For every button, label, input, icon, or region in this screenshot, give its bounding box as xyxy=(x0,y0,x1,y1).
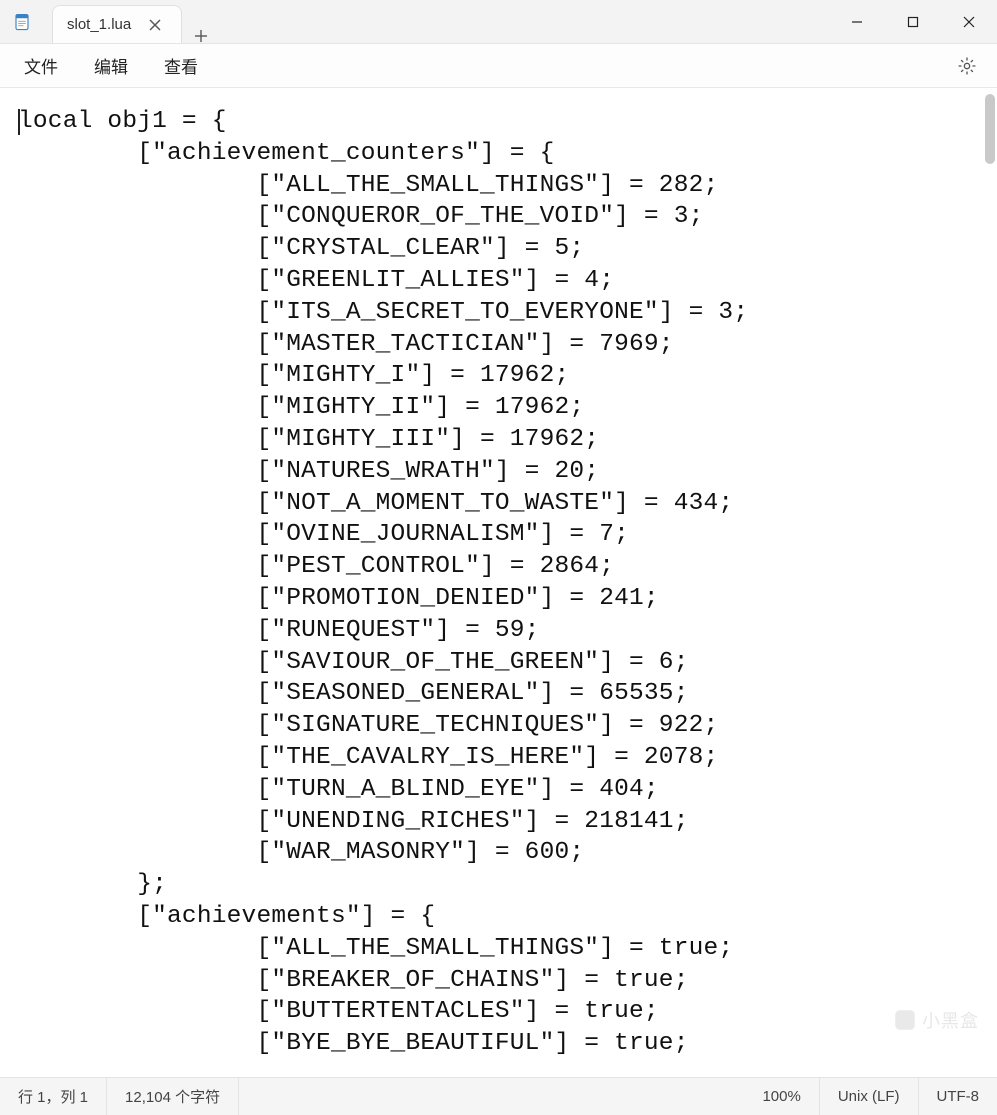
titlebar: slot_1.lua xyxy=(0,0,997,44)
vertical-scrollbar[interactable] xyxy=(983,88,997,1077)
close-window-button[interactable] xyxy=(941,0,997,43)
tab-slot1[interactable]: slot_1.lua xyxy=(52,5,182,43)
tab-label: slot_1.lua xyxy=(67,16,131,33)
status-position[interactable]: 行 1，列 1 xyxy=(0,1078,107,1115)
app-icon xyxy=(0,0,44,43)
status-zoom[interactable]: 100% xyxy=(744,1078,819,1115)
menu-view[interactable]: 查看 xyxy=(146,47,216,84)
tabs-container: slot_1.lua xyxy=(44,0,220,43)
new-tab-button[interactable] xyxy=(182,29,220,43)
menu-edit[interactable]: 编辑 xyxy=(76,47,146,84)
menubar: 文件 编辑 查看 xyxy=(0,44,997,88)
notepad-window: slot_1.lua 文件 编辑 查看 xyxy=(0,0,997,1115)
menu-file[interactable]: 文件 xyxy=(6,47,76,84)
code-content: local obj1 = { ["achievement_counters"] … xyxy=(18,106,997,1060)
status-encoding[interactable]: UTF-8 xyxy=(919,1078,997,1115)
text-editor[interactable]: local obj1 = { ["achievement_counters"] … xyxy=(0,88,997,1077)
minimize-button[interactable] xyxy=(829,0,885,43)
statusbar: 行 1，列 1 12,104 个字符 100% Unix (LF) UTF-8 xyxy=(0,1077,997,1115)
window-controls xyxy=(829,0,997,43)
scrollbar-thumb[interactable] xyxy=(985,94,995,164)
status-eol[interactable]: Unix (LF) xyxy=(820,1078,919,1115)
status-chars[interactable]: 12,104 个字符 xyxy=(107,1078,239,1115)
maximize-button[interactable] xyxy=(885,0,941,43)
gear-icon[interactable] xyxy=(947,46,987,86)
close-icon[interactable] xyxy=(143,13,167,37)
editor-area: local obj1 = { ["achievement_counters"] … xyxy=(0,88,997,1077)
